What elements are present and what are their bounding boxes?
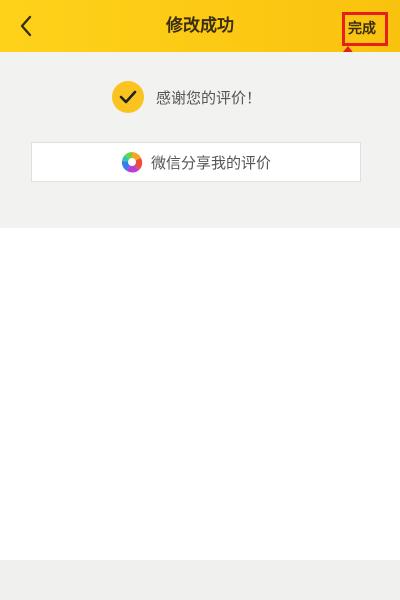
success-message: 感谢您的评价！ xyxy=(156,88,262,107)
wechat-moments-icon xyxy=(121,152,143,173)
chevron-left-icon xyxy=(20,15,32,37)
back-button[interactable] xyxy=(10,10,42,42)
wechat-share-button[interactable]: 微信分享我的评价 xyxy=(31,142,361,182)
bottom-area xyxy=(0,560,400,600)
content-panel xyxy=(0,228,400,560)
done-button[interactable]: 完成 xyxy=(338,14,386,44)
share-label: 微信分享我的评价 xyxy=(150,153,271,172)
check-icon xyxy=(112,81,144,113)
top-nav-bar: 修改成功 完成 xyxy=(0,0,400,52)
result-section xyxy=(0,52,400,228)
success-message-row: 感谢您的评价！ xyxy=(112,81,261,113)
